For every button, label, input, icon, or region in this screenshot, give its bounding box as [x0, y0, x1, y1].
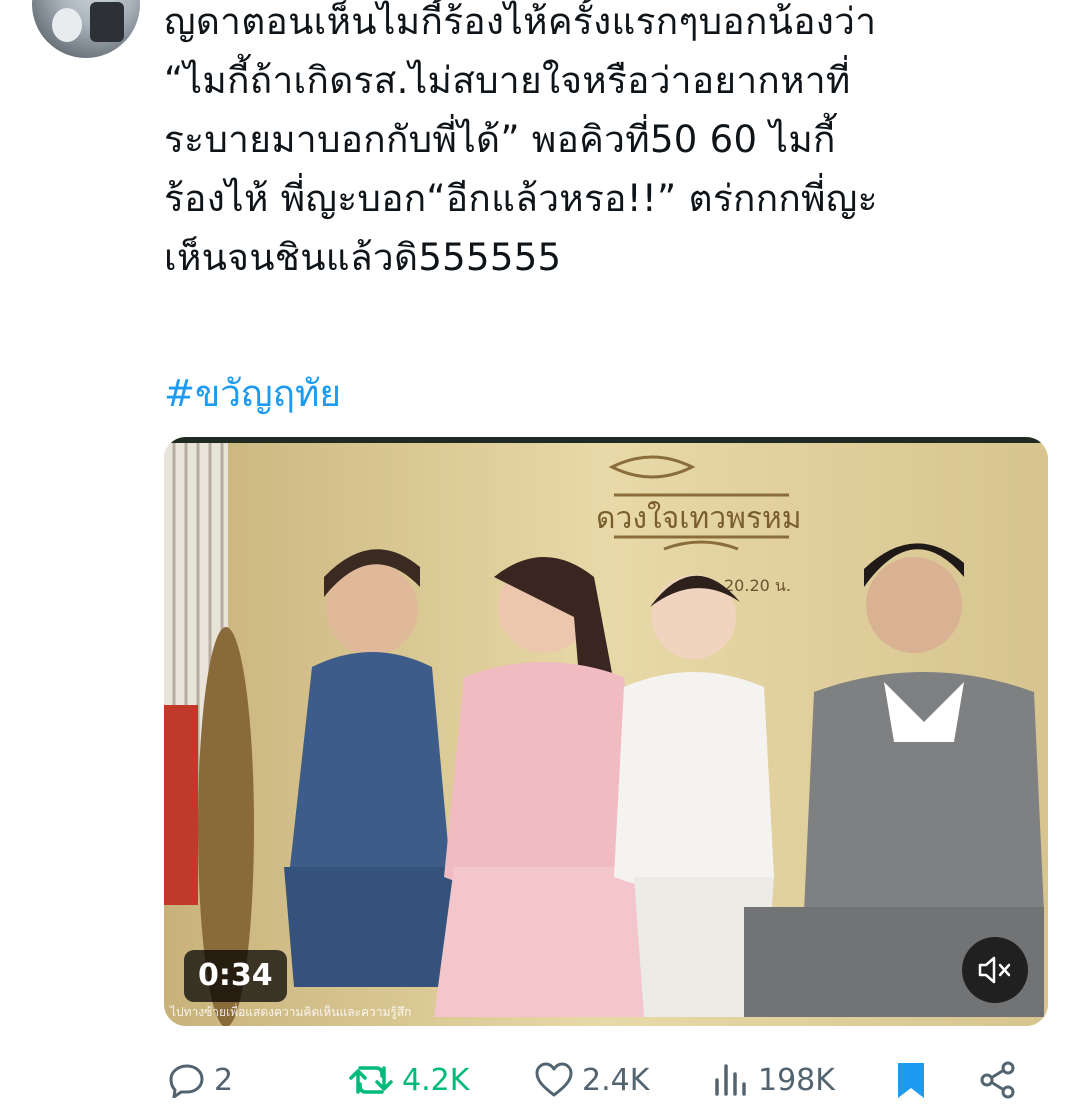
avatar-shape — [90, 2, 124, 42]
reply-icon — [169, 1064, 204, 1098]
avatar-shape — [52, 8, 82, 42]
author-avatar[interactable] — [32, 0, 140, 58]
like-count: 2.4K — [582, 1062, 650, 1098]
hashtag-link[interactable]: #ขวัญฤทัย — [164, 368, 341, 420]
video-duration-badge: 0:34 — [184, 950, 287, 1002]
reply-button[interactable]: 2 — [168, 1050, 233, 1110]
video-frame: ดวงใจเทวพรหม 20.20 น. — [164, 437, 1048, 1026]
reply-count: 2 — [214, 1062, 234, 1098]
mute-button[interactable] — [962, 937, 1028, 1003]
bookmark-button[interactable] — [894, 1050, 936, 1110]
video-logo-text: ดวงใจเทวพรหม — [596, 501, 802, 536]
views-button[interactable]: 198K — [712, 1050, 835, 1110]
views-icon — [715, 1064, 746, 1096]
share-button[interactable] — [978, 1050, 1026, 1110]
like-button[interactable]: 2.4K — [534, 1050, 649, 1110]
share-icon — [980, 1061, 1015, 1099]
retweet-count: 4.2K — [402, 1062, 470, 1098]
video-player[interactable]: ดวงใจเทวพรหม 20.20 น. 0:34 ไปทางซ้ายเพื่… — [164, 437, 1048, 1026]
view-count: 198K — [758, 1062, 835, 1098]
retweet-button[interactable]: 4.2K — [348, 1050, 469, 1110]
like-icon — [535, 1062, 573, 1097]
mute-icon — [978, 956, 1011, 984]
bookmark-icon — [898, 1063, 924, 1098]
retweet-icon — [349, 1066, 393, 1094]
video-airtime: 20.20 น. — [724, 576, 791, 595]
tweet-action-bar: 2 4.2K 2.4K 198K — [164, 1050, 1044, 1110]
video-caption: ไปทางซ้ายเพื่อแสดงความคิดเห็นและความรู้ส… — [170, 1005, 412, 1019]
tweet-text: ญดาตอนเห็นไมกี้ร้องไห้ครั้งแรกๆบอกน้องว่… — [164, 0, 878, 279]
